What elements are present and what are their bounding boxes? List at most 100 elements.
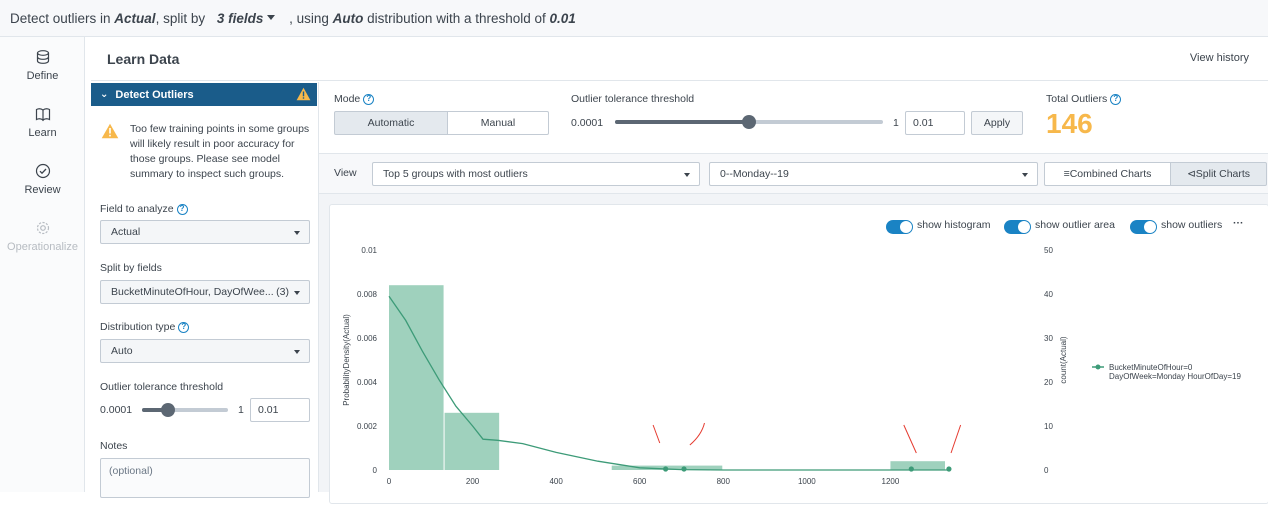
y-tick-label: 0.01	[361, 246, 377, 255]
threshold-min: 0.0001	[100, 404, 133, 416]
check-circle-icon	[35, 163, 50, 179]
tolerance-label: Outlier tolerance threshold	[571, 93, 695, 105]
mode-label-text: Mode	[334, 93, 361, 105]
y-right-axis-label: count(Actual)	[1059, 336, 1068, 383]
mode-label: Mode?	[334, 93, 375, 105]
summary-text: , split by	[155, 10, 209, 26]
threshold-slider-thumb[interactable]	[160, 403, 175, 417]
distribution-type-label: Distribution type?	[100, 321, 190, 333]
page-title: Learn Data	[107, 51, 180, 67]
y-tick-label: 0.002	[357, 422, 378, 431]
tolerance-slider-thumb[interactable]	[742, 115, 756, 129]
chart-card: show histogram show outlier area show ou…	[329, 204, 1268, 504]
chevron-down-icon	[267, 15, 276, 21]
split-fields-dropdown[interactable]: 3 fields	[217, 11, 282, 26]
field-label-text: Field to analyze	[100, 203, 174, 215]
field-value: Actual	[111, 226, 141, 238]
chevron-down-icon: ⌄	[100, 89, 109, 100]
legend-marker	[1095, 364, 1101, 370]
view-history-link[interactable]: View history	[1190, 52, 1249, 64]
view-select-value: Top 5 groups with most outliers	[383, 168, 528, 180]
y-right-tick-label: 40	[1044, 290, 1053, 299]
y-right-tick-label: 30	[1044, 334, 1053, 343]
tolerance-slider-fill	[615, 120, 749, 124]
help-icon[interactable]: ?	[176, 203, 188, 215]
tolerance-input[interactable]: 0.01	[905, 111, 965, 135]
nav-operationalize: Operationalize	[0, 220, 85, 253]
x-tick-label: 0	[387, 477, 392, 486]
chevron-down-icon	[294, 231, 300, 235]
summary-text: distribution with a threshold of	[363, 10, 550, 26]
combined-charts-button[interactable]: ≡Combined Charts	[1044, 162, 1171, 186]
threshold-slider[interactable]	[142, 403, 228, 417]
split-by-label: Split by fields	[100, 262, 162, 274]
split-charts-button[interactable]: ⊲Split Charts	[1170, 162, 1267, 186]
group-select-value: 0--Monday--19	[720, 168, 789, 180]
group-select[interactable]: 0--Monday--19	[709, 162, 1038, 186]
help-icon[interactable]: ?	[178, 321, 190, 333]
outlier-area-line	[652, 424, 661, 444]
learn-header: Learn Data View history	[91, 37, 1268, 81]
x-tick-label: 600	[633, 477, 647, 486]
nav-learn[interactable]: Learn	[0, 106, 85, 139]
notes-field[interactable]: (optional)	[100, 458, 310, 498]
detect-outliers-section[interactable]: ⌄ Detect Outliers	[91, 83, 317, 106]
histogram-bar	[444, 412, 500, 470]
gear-icon	[36, 221, 49, 235]
help-icon[interactable]: ?	[363, 93, 375, 105]
legend-label: DayOfWeek=Monday HourOfDay=19	[1109, 372, 1241, 381]
y-right-tick-label: 0	[1044, 466, 1049, 475]
field-to-analyze-select[interactable]: Actual	[100, 220, 310, 244]
threshold-max: 1	[238, 404, 244, 416]
y-tick-label: 0	[373, 466, 378, 475]
nav-define[interactable]: Define	[0, 49, 85, 82]
notes-label: Notes	[100, 440, 128, 452]
outlier-point	[908, 466, 914, 472]
split-value: BucketMinuteOfHour, DayOfWee...	[111, 286, 274, 298]
split-count: (3)	[276, 286, 289, 298]
split-by-select[interactable]: BucketMinuteOfHour, DayOfWee... (3)	[100, 280, 310, 304]
tolerance-min: 0.0001	[571, 117, 604, 129]
tolerance-max: 1	[893, 117, 899, 129]
dist-value: Auto	[111, 345, 133, 357]
view-select[interactable]: Top 5 groups with most outliers	[372, 162, 700, 186]
nav-define-label: Define	[26, 70, 59, 82]
tolerance-slider[interactable]	[615, 115, 883, 129]
y-right-tick-label: 10	[1044, 422, 1053, 431]
apply-button[interactable]: Apply	[971, 111, 1023, 135]
main-content: Mode? Automatic Manual Outlier tolerance…	[318, 82, 1268, 504]
controls-row: Mode? Automatic Manual Outlier tolerance…	[319, 82, 1268, 154]
outlier-area-line	[950, 424, 962, 454]
chevron-down-icon	[684, 173, 690, 177]
summary-text: Detect outliers in	[10, 10, 115, 26]
view-row: View Top 5 groups with most outliers 0--…	[319, 154, 1268, 194]
field-to-analyze-label: Field to analyze?	[100, 203, 188, 215]
database-icon	[36, 50, 49, 64]
total-outliers-label: Total Outliers?	[1046, 93, 1122, 105]
outlier-point	[663, 466, 669, 472]
x-tick-label: 1000	[798, 477, 816, 486]
total-outliers-value: 146	[1046, 108, 1093, 139]
combined-label: Combined Charts	[1069, 168, 1152, 180]
warning-icon	[101, 123, 119, 139]
histogram-bar	[389, 285, 444, 470]
outlier-point	[946, 466, 952, 472]
book-icon	[35, 108, 50, 122]
threshold-input[interactable]: 0.01	[250, 398, 310, 422]
summary-threshold: 0.01	[549, 10, 576, 26]
distribution-type-select[interactable]: Auto	[100, 339, 310, 363]
warning-message: Too few training points in some groups w…	[91, 106, 317, 192]
y-tick-label: 0.008	[357, 290, 378, 299]
x-tick-label: 400	[549, 477, 563, 486]
help-icon[interactable]: ?	[1110, 93, 1122, 105]
split-icon: ⊲	[1186, 168, 1196, 180]
mode-automatic-button[interactable]: Automatic	[334, 111, 448, 135]
threshold-label: Outlier tolerance threshold	[100, 381, 224, 393]
y-right-tick-label: 50	[1044, 246, 1053, 255]
outlier-point	[681, 466, 687, 472]
nav-review[interactable]: Review	[0, 163, 85, 196]
dist-label-text: Distribution type	[100, 321, 176, 333]
mode-manual-button[interactable]: Manual	[447, 111, 549, 135]
y-right-tick-label: 20	[1044, 378, 1053, 387]
outlier-area-line	[689, 422, 705, 446]
